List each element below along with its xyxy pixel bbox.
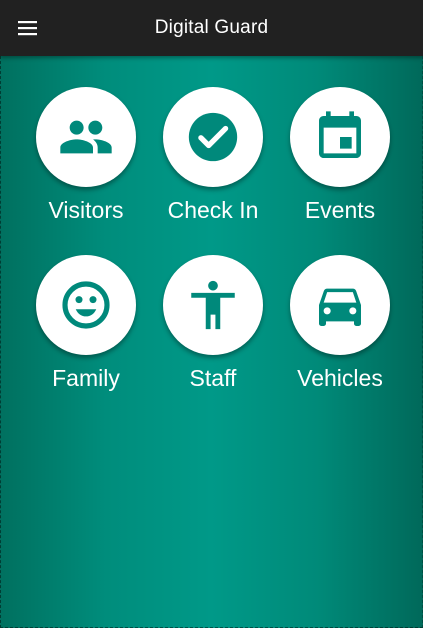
accessibility-person-icon: [191, 280, 235, 330]
events-label: Events: [304, 197, 376, 223]
smiley-face-icon: [62, 281, 110, 329]
staff-button[interactable]: [163, 255, 263, 355]
check-circle-icon: [188, 112, 238, 162]
check-in-button[interactable]: [163, 87, 263, 187]
events-button[interactable]: [290, 87, 390, 187]
family-button[interactable]: [36, 255, 136, 355]
staff-tile[interactable]: Staff: [158, 255, 268, 405]
app-screen: Digital Guard Visitors Check In Events F…: [0, 0, 423, 628]
vehicles-button[interactable]: [290, 255, 390, 355]
car-icon: [319, 288, 361, 326]
family-tile[interactable]: Family: [31, 255, 141, 405]
dashboard-grid: Visitors Check In Events Family Staff Ve…: [0, 56, 423, 628]
check-in-tile[interactable]: Check In: [158, 87, 268, 237]
vehicles-label: Vehicles: [297, 365, 383, 391]
app-title: Digital Guard: [154, 17, 269, 38]
visitors-button[interactable]: [36, 87, 136, 187]
calendar-event-icon: [319, 111, 361, 158]
app-bar: Digital Guard: [0, 0, 423, 56]
vehicles-tile[interactable]: Vehicles: [285, 255, 395, 405]
events-tile[interactable]: Events: [285, 87, 395, 237]
people-icon: [60, 120, 112, 154]
visitors-tile[interactable]: Visitors: [31, 87, 141, 237]
